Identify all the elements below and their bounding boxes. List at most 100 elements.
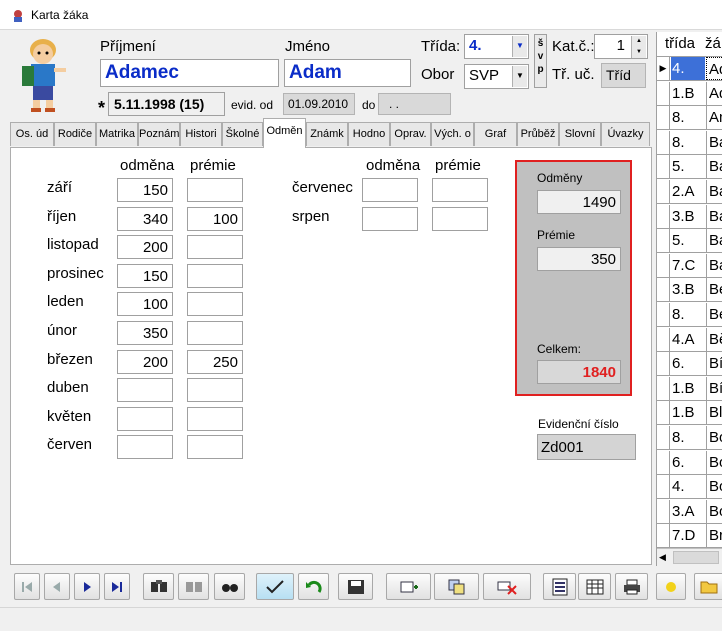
reward-input[interactable]: 200: [117, 349, 173, 374]
bonus-input[interactable]: [187, 378, 243, 403]
stepper-down-icon[interactable]: ▼: [631, 47, 646, 58]
find-button[interactable]: [214, 573, 245, 600]
tab-1[interactable]: Rodiče: [54, 122, 96, 146]
list-row[interactable]: 5. Ba: [657, 155, 722, 180]
reward-input[interactable]: [362, 206, 418, 231]
bonus-input[interactable]: [187, 292, 243, 317]
tab-0[interactable]: Os. úd: [10, 122, 54, 146]
tab-2[interactable]: Matrika: [96, 122, 138, 146]
folder-button[interactable]: [694, 573, 722, 600]
bonus-input[interactable]: [187, 321, 243, 345]
tab-3[interactable]: Poznám: [138, 122, 180, 146]
first-record-button[interactable]: [14, 573, 40, 600]
tab-8[interactable]: Hodno: [348, 122, 390, 146]
list-cell-class: 8.: [672, 429, 685, 446]
chevron-down-icon[interactable]: ▼: [512, 36, 527, 57]
list-row[interactable]: 2.A Ba: [657, 180, 722, 204]
list-row[interactable]: 5. Ba: [657, 229, 722, 254]
rewards-total-field: 1490: [537, 190, 621, 214]
save-button[interactable]: [338, 573, 373, 600]
last-record-button[interactable]: [104, 573, 130, 600]
list-cell-class: 8.: [672, 133, 685, 151]
chevron-down-icon[interactable]: ▼: [512, 66, 527, 87]
bonus-input[interactable]: [187, 406, 243, 431]
table-button[interactable]: [578, 573, 611, 600]
list-row[interactable]: 1.B Ad: [657, 81, 722, 106]
list-row[interactable]: ▶4.Ad: [657, 57, 722, 81]
star-button[interactable]: [656, 573, 686, 600]
reward-input[interactable]: 200: [117, 235, 173, 260]
list-row[interactable]: 4. Bo: [657, 475, 722, 500]
previous-record-button[interactable]: [44, 573, 70, 600]
evidence-number-field: Zd001: [537, 434, 636, 460]
tab-11[interactable]: Graf: [474, 122, 517, 146]
filter-off-button[interactable]: [178, 573, 209, 600]
list-cell-class: 7.C: [672, 256, 696, 274]
scrollbar-thumb[interactable]: [673, 551, 719, 564]
list-row[interactable]: 3.A Bo: [657, 499, 722, 524]
list-cell-class: 6.: [672, 453, 685, 471]
list-horizontal-scrollbar[interactable]: ◀: [657, 548, 722, 566]
tab-13[interactable]: Slovní: [559, 122, 601, 146]
reward-input[interactable]: [117, 378, 173, 403]
report-button[interactable]: [543, 573, 576, 600]
bonus-input[interactable]: 100: [187, 206, 243, 231]
tab-6[interactable]: Odměn: [263, 118, 306, 148]
list-row[interactable]: 3.B Be: [657, 278, 722, 303]
list-row[interactable]: 1.B Bír: [657, 376, 722, 401]
tab-7[interactable]: Známk: [306, 122, 348, 146]
bonus-input[interactable]: [432, 178, 488, 202]
reward-input[interactable]: 350: [117, 321, 173, 345]
list-row[interactable]: 8. Be: [657, 303, 722, 327]
list-row[interactable]: 7.C Ba: [657, 253, 722, 278]
new-record-button[interactable]: [386, 573, 431, 600]
tab-14[interactable]: Úvazky: [601, 122, 650, 146]
approve-button[interactable]: [256, 573, 294, 600]
undo-button[interactable]: [298, 573, 329, 600]
reward-input[interactable]: [117, 406, 173, 431]
list-row[interactable]: 7.D Br: [657, 524, 722, 549]
bonus-input[interactable]: [432, 206, 488, 231]
reward-input[interactable]: 150: [117, 263, 173, 288]
class-teacher-label: Tř. uč.: [552, 66, 595, 83]
tab-12[interactable]: Průběž: [517, 122, 559, 146]
tab-5[interactable]: Školné: [222, 122, 263, 146]
tab-10[interactable]: Vých. o: [431, 122, 474, 146]
field-of-study-label: Obor: [421, 66, 455, 83]
field-of-study-select[interactable]: SVP ▼: [464, 64, 529, 89]
reward-input[interactable]: 100: [117, 292, 173, 317]
first-name-field[interactable]: Adam: [284, 59, 411, 87]
reward-input[interactable]: 340: [117, 206, 173, 231]
list-cell-student: Ba: [706, 229, 722, 253]
tab-9[interactable]: Oprav.: [390, 122, 431, 146]
stepper-up-icon[interactable]: ▲: [631, 36, 646, 47]
list-row[interactable]: 3.B Ba: [657, 204, 722, 229]
reward-input[interactable]: 150: [117, 178, 173, 202]
surname-field[interactable]: Adamec: [100, 59, 279, 87]
next-record-button[interactable]: [74, 573, 100, 600]
class-value: 4.: [469, 37, 482, 54]
reward-input[interactable]: [362, 178, 418, 202]
catalog-number-stepper[interactable]: 1 ▲ ▼: [594, 34, 648, 59]
bonus-input[interactable]: 250: [187, 349, 243, 374]
print-button[interactable]: [615, 573, 648, 600]
list-row[interactable]: 6. Bíl: [657, 352, 722, 377]
list-row[interactable]: 4.A Bě: [657, 327, 722, 352]
bonus-input[interactable]: [187, 263, 243, 288]
bonus-input[interactable]: [187, 435, 243, 460]
list-row[interactable]: 8. Bo: [657, 426, 722, 450]
bonus-input[interactable]: [187, 178, 243, 202]
tab-4[interactable]: Histori: [180, 122, 222, 146]
reward-input[interactable]: [117, 435, 173, 460]
list-row[interactable]: 8. Ba: [657, 130, 722, 155]
delete-record-button[interactable]: [483, 573, 531, 600]
list-row[interactable]: 1.B Bla: [657, 401, 722, 426]
scroll-left-icon[interactable]: ◀: [659, 552, 666, 563]
svp-toggle-button[interactable]: š v p: [534, 34, 547, 88]
class-select[interactable]: 4. ▼: [464, 34, 529, 59]
list-row[interactable]: 8. An: [657, 106, 722, 131]
filter-button[interactable]: [143, 573, 174, 600]
bonus-input[interactable]: [187, 235, 243, 260]
copy-record-button[interactable]: [434, 573, 479, 600]
list-row[interactable]: 6. Bo: [657, 450, 722, 475]
